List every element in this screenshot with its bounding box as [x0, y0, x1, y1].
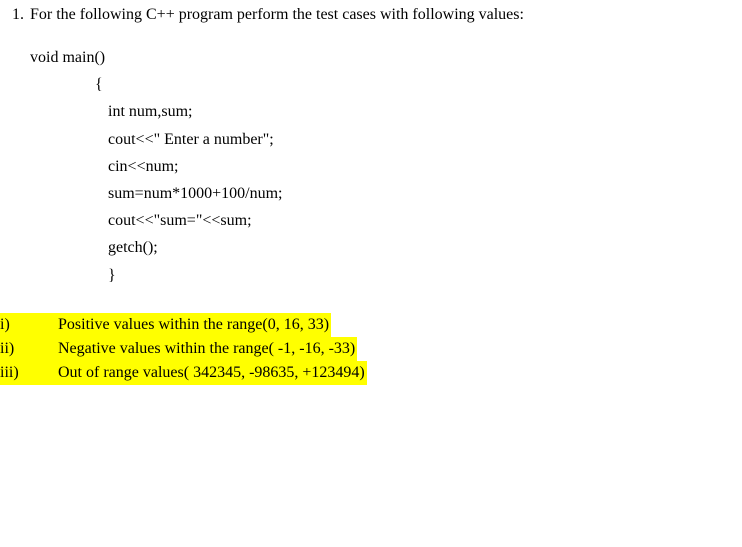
option-text-ii: Negative values within the range( -1, -1… [58, 337, 357, 361]
code-line-getch: getch(); [108, 234, 742, 261]
option-row-iii: iii) Out of range values( 342345, -98635… [0, 361, 742, 385]
option-row-i: i) Positive values within the range(0, 1… [0, 313, 742, 337]
option-row-ii: ii) Negative values within the range( -1… [0, 337, 742, 361]
code-line-brace-close: } [108, 262, 742, 289]
option-gap [30, 337, 58, 361]
code-line-cin: cin<<num; [108, 153, 742, 180]
code-block: void main() { int num,sum; cout<<" Enter… [30, 44, 742, 289]
code-line-cout1: cout<<" Enter a number"; [108, 126, 742, 153]
option-gap [30, 361, 58, 385]
question-number: 1. [0, 6, 30, 24]
question-text: For the following C++ program perform th… [30, 6, 742, 24]
option-gap [30, 313, 58, 337]
code-line-main: void main() [30, 44, 742, 71]
option-text-iii: Out of range values( 342345, -98635, +12… [58, 361, 367, 385]
options-list: i) Positive values within the range(0, 1… [0, 313, 742, 385]
option-label-i: i) [0, 313, 30, 337]
question-row: 1. For the following C++ program perform… [0, 6, 742, 24]
code-line-declare: int num,sum; [108, 98, 742, 125]
option-label-iii: iii) [0, 361, 30, 385]
code-line-sum: sum=num*1000+100/num; [108, 180, 742, 207]
option-text-i: Positive values within the range(0, 16, … [58, 313, 331, 337]
code-line-brace-open: { [95, 71, 742, 98]
code-line-cout2: cout<<"sum="<<sum; [108, 207, 742, 234]
option-label-ii: ii) [0, 337, 30, 361]
